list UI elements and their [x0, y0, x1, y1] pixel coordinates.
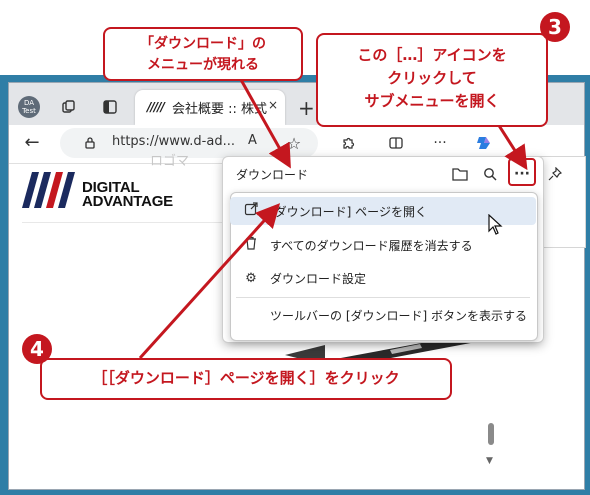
step-badge-4: 4: [22, 334, 52, 364]
callout-step-3: この［…］アイコンを クリックして サブメニューを開く: [316, 33, 548, 127]
arrow-callout-3: [496, 123, 528, 171]
callout-text: クリックして: [387, 69, 477, 87]
arrow-menu-callout: [238, 77, 291, 169]
callout-text: メニューが現れる: [147, 57, 259, 73]
callout-step-4: ［［ダウンロード］ページを開く］をクリック: [40, 358, 452, 400]
arrow-callout-4: [138, 203, 281, 360]
callout-text: サブメニューを開く: [364, 92, 500, 110]
callout-text: この［…］アイコンを: [357, 46, 507, 64]
callout-text: 「ダウンロード」の: [140, 36, 266, 52]
callout-menu-appears: 「ダウンロード」の メニューが現れる: [103, 27, 303, 81]
step-badge-3: 3: [540, 12, 570, 42]
callout-text: ［［ダウンロード］ページを開く］をクリック: [92, 369, 400, 387]
